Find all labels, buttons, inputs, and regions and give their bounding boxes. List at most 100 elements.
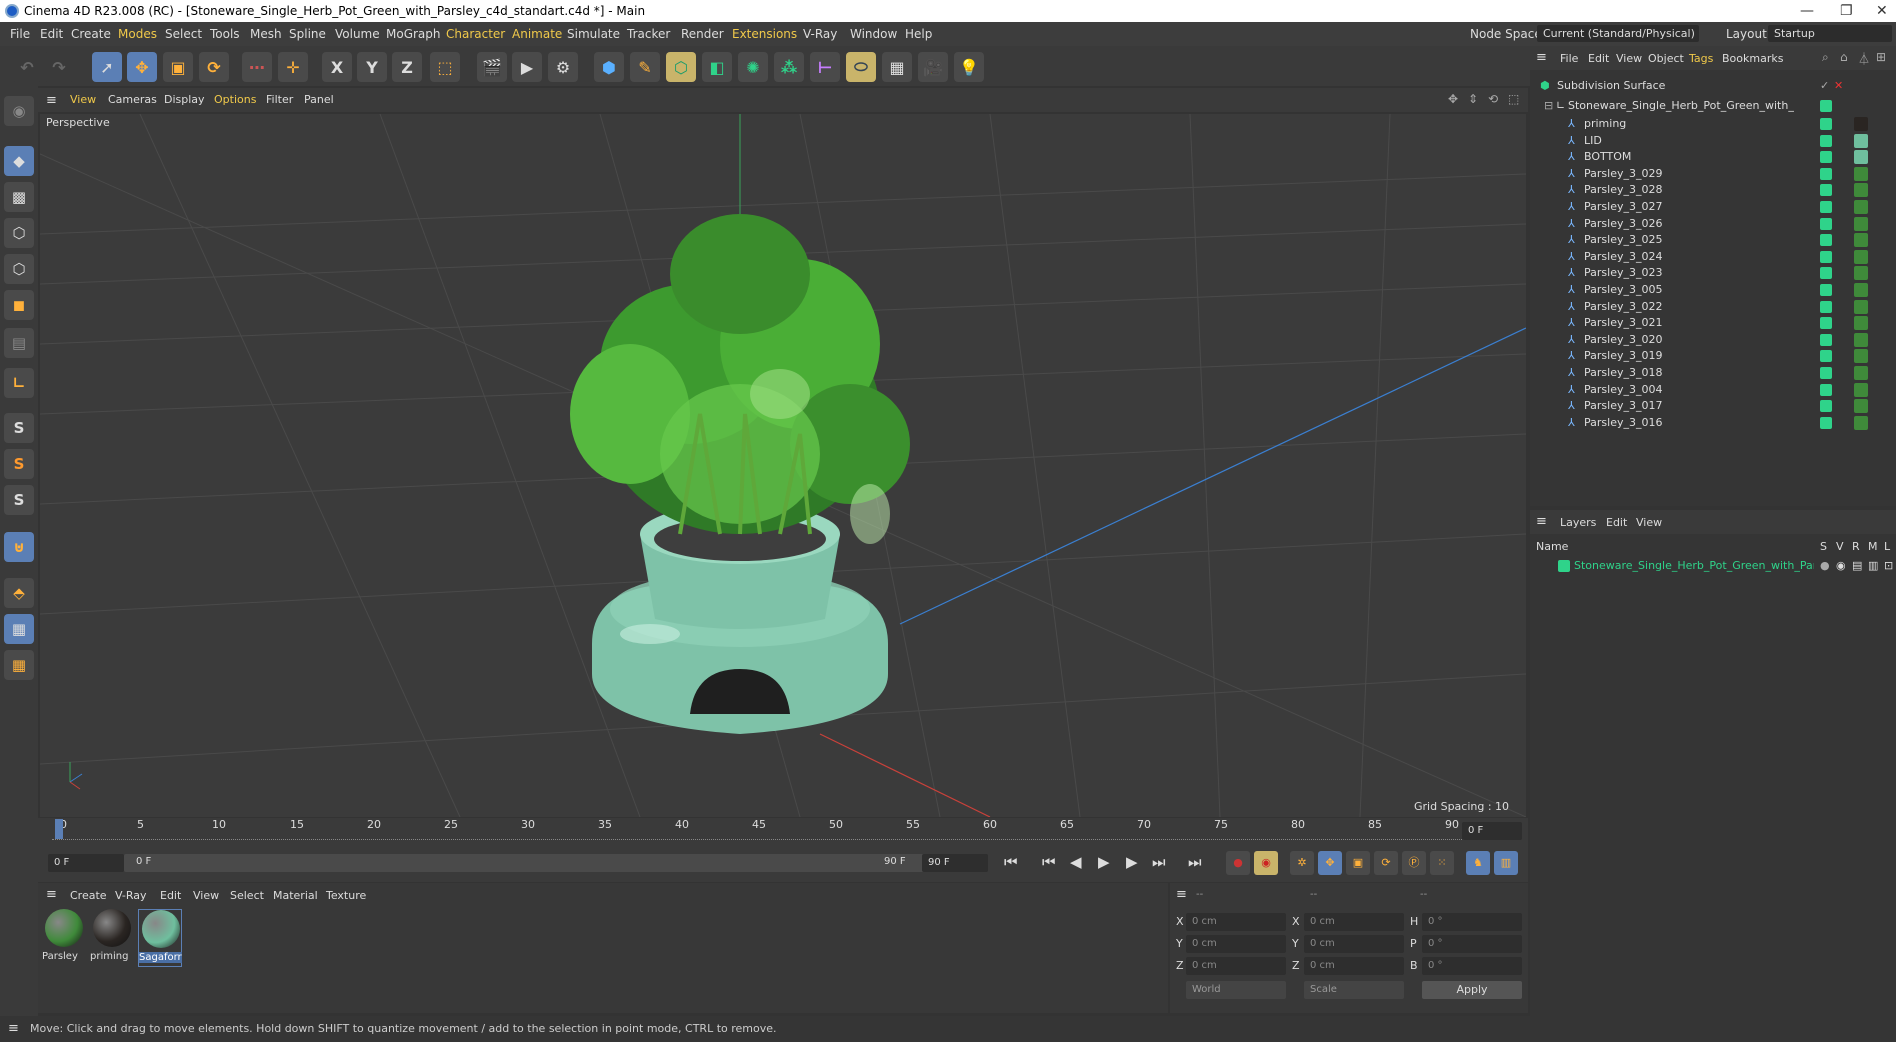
rotation-b-field[interactable]: 0 ° xyxy=(1422,957,1522,975)
lm-menu-edit[interactable]: Edit xyxy=(1606,516,1627,529)
menu-render[interactable]: Render xyxy=(681,27,724,41)
deformer-icon[interactable]: ⊢ xyxy=(810,52,840,82)
material-menu-create[interactable]: Create xyxy=(70,889,107,902)
select-tool-icon[interactable]: ➚ xyxy=(92,52,122,82)
key-parameter-icon[interactable]: Ⓟ xyxy=(1402,851,1426,875)
menu-tools[interactable]: Tools xyxy=(210,27,240,41)
z-axis-button[interactable]: Z xyxy=(392,52,422,82)
material-tag-icon[interactable] xyxy=(1854,233,1868,248)
om-menu-edit[interactable]: Edit xyxy=(1588,52,1609,65)
size-y-field[interactable]: 0 cm xyxy=(1304,935,1404,953)
material-menu-view[interactable]: View xyxy=(193,889,219,902)
start-frame-field[interactable]: 0 F xyxy=(48,854,124,872)
menu-modes[interactable]: Modes xyxy=(118,27,157,41)
object-row-child[interactable]: ⅄ Parsley_3_020 xyxy=(1530,332,1870,348)
material-tag-icon[interactable] xyxy=(1854,399,1868,414)
planar-workplane-icon[interactable]: ▦ xyxy=(4,650,34,680)
disable-icon[interactable]: ✕ xyxy=(1834,76,1843,96)
move-tool-icon[interactable]: ✥ xyxy=(127,52,157,82)
axis-mode-icon[interactable]: ∟ xyxy=(4,368,34,398)
om-menu-object[interactable]: Object xyxy=(1648,52,1684,65)
field-icon[interactable]: ⬭ xyxy=(846,52,876,82)
next-key-icon[interactable]: ⏭ xyxy=(1152,853,1166,871)
uv-mode-icon[interactable]: ▤ xyxy=(4,328,34,358)
size-z-field[interactable]: 0 cm xyxy=(1304,957,1404,975)
object-row-child[interactable]: ⅄ Parsley_3_029 xyxy=(1530,166,1870,182)
object-row-child[interactable]: ⅄ Parsley_3_004 xyxy=(1530,382,1870,398)
magnet-icon[interactable]: ⊍ xyxy=(4,532,34,562)
record-icon[interactable]: ● xyxy=(1226,851,1250,875)
key-scale-icon[interactable]: ▣ xyxy=(1346,851,1370,875)
om-menu-view[interactable]: View xyxy=(1616,52,1642,65)
hamburger-icon[interactable]: ≡ xyxy=(1536,514,1547,529)
material-tag-icon[interactable] xyxy=(1854,150,1868,165)
undo-icon[interactable]: ↶ xyxy=(12,52,42,82)
lm-menu-layers[interactable]: Layers xyxy=(1560,516,1596,529)
viewport-move-icon[interactable]: ✥ xyxy=(1448,92,1458,106)
material-tag-icon[interactable] xyxy=(1854,117,1868,131)
close-icon[interactable]: ✕ xyxy=(1876,0,1888,22)
mograph-cloner-icon[interactable]: ✺ xyxy=(738,52,768,82)
material-tag-icon[interactable] xyxy=(1854,266,1868,281)
render-settings-icon[interactable]: ⚙ xyxy=(548,52,578,82)
subdivision-surface-icon[interactable]: ⬡ xyxy=(666,52,696,82)
layer-solo-icon[interactable]: ● xyxy=(1820,556,1830,576)
go-to-end-icon[interactable]: ⏭ xyxy=(1188,853,1202,871)
node-space-dropdown[interactable]: Current (Standard/Physical) xyxy=(1537,25,1699,42)
size-x-field[interactable]: 0 cm xyxy=(1304,913,1404,931)
y-axis-button[interactable]: Y xyxy=(357,52,387,82)
material-menu-material[interactable]: Material xyxy=(273,889,318,902)
redo-icon[interactable]: ↷ xyxy=(44,52,74,82)
material-menu-vray[interactable]: V-Ray xyxy=(115,889,147,902)
rotate-tool-icon[interactable]: ⟳ xyxy=(199,52,229,82)
object-row-subdivision-surface[interactable]: ⬢ Subdivision Surface ✓ ✕ xyxy=(1530,76,1870,96)
timeline-ruler[interactable]: 0 5 10 15 20 25 30 35 40 45 50 55 60 65 … xyxy=(52,818,1492,842)
hamburger-icon[interactable]: ≡ xyxy=(46,887,57,902)
x-axis-button[interactable]: X xyxy=(322,52,352,82)
hamburger-icon[interactable]: ≡ xyxy=(8,1016,19,1042)
object-row-child[interactable]: ⅄ Parsley_3_017 xyxy=(1530,398,1870,414)
edit-icon[interactable]: ✓ xyxy=(1820,76,1829,96)
menu-extensions[interactable]: Extensions xyxy=(732,27,797,41)
object-row-child[interactable]: ⅄ Parsley_3_024 xyxy=(1530,249,1870,265)
end-frame-field[interactable]: 90 F xyxy=(922,854,988,872)
filter-icon[interactable]: ⏃ xyxy=(1858,50,1870,67)
playhead[interactable] xyxy=(55,819,63,839)
quantize-s-icon[interactable]: S xyxy=(4,485,34,515)
object-row-child[interactable]: ⅄ priming xyxy=(1530,116,1870,132)
object-row-child[interactable]: ⅄ Parsley_3_026 xyxy=(1530,216,1870,232)
collapse-icon[interactable]: ⊟ xyxy=(1544,96,1553,116)
material-tag-icon[interactable] xyxy=(1854,283,1868,297)
menu-volume[interactable]: Volume xyxy=(335,27,380,41)
prev-frame-icon[interactable]: ◀ xyxy=(1070,853,1082,871)
material-menu-texture[interactable]: Texture xyxy=(326,889,366,902)
menu-select[interactable]: Select xyxy=(165,27,202,41)
material-tag-icon[interactable] xyxy=(1854,349,1868,364)
floor-icon[interactable]: ▦ xyxy=(882,52,912,82)
hamburger-icon[interactable]: ≡ xyxy=(1176,887,1187,902)
extrude-icon[interactable]: ◧ xyxy=(702,52,732,82)
viewport-menu-view[interactable]: View xyxy=(70,93,96,106)
layout-dropdown[interactable]: Startup xyxy=(1768,25,1892,42)
menu-file[interactable]: File xyxy=(10,27,30,41)
object-row-child[interactable]: ⅄ Parsley_3_021 xyxy=(1530,315,1870,331)
viewport-menu-display[interactable]: Display xyxy=(164,93,205,106)
render-view-icon[interactable]: ▶ xyxy=(512,52,542,82)
menu-window[interactable]: Window xyxy=(850,27,897,41)
object-row-child[interactable]: ⅄ Parsley_3_025 xyxy=(1530,232,1870,248)
make-editable-icon[interactable]: ◉ xyxy=(4,96,34,126)
material-swatch-sagaforr[interactable]: Sagaforr xyxy=(138,909,182,967)
om-menu-file[interactable]: File xyxy=(1560,52,1578,65)
layer-lock-icon[interactable]: ⊡ xyxy=(1884,556,1893,576)
viewport-maximize-icon[interactable]: ⬚ xyxy=(1508,92,1519,106)
go-to-start-icon[interactable]: ⏮ xyxy=(1004,853,1018,871)
minimize-icon[interactable]: — xyxy=(1800,0,1814,22)
array-icon[interactable]: ⁂ xyxy=(774,52,804,82)
material-swatch-parsley[interactable]: Parsley xyxy=(42,909,86,967)
material-tag-icon[interactable] xyxy=(1854,415,1868,430)
viewport-menu-filter[interactable]: Filter xyxy=(266,93,293,106)
menu-spline[interactable]: Spline xyxy=(289,27,326,41)
material-menu-edit[interactable]: Edit xyxy=(160,889,181,902)
rotation-h-field[interactable]: 0 ° xyxy=(1422,913,1522,931)
material-tag-icon[interactable] xyxy=(1854,366,1868,380)
